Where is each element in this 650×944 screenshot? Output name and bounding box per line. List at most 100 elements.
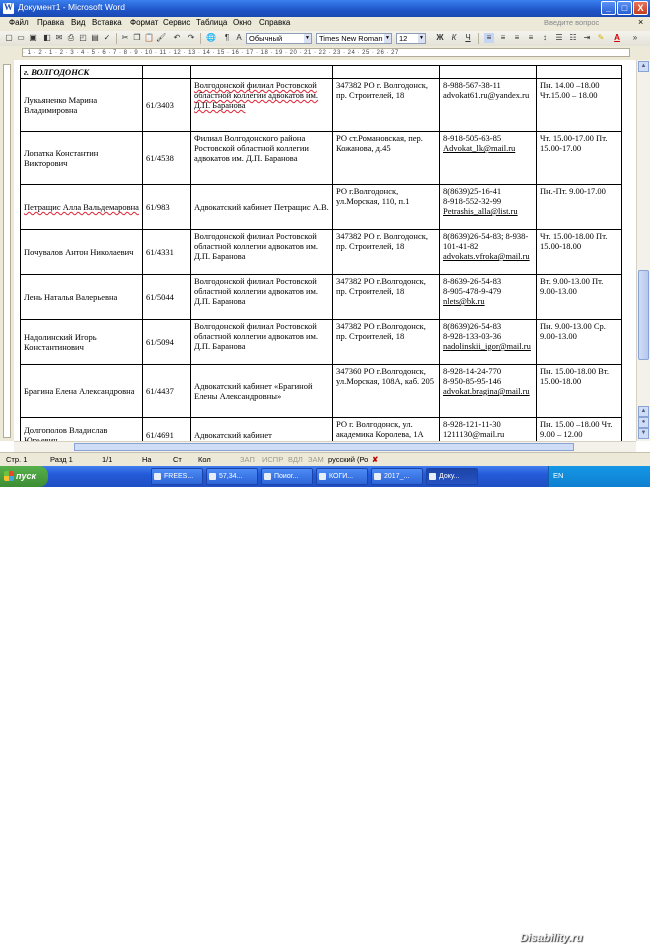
lawyer-name: Лопатка Константин Викторович (20, 131, 143, 185)
next-page-icon[interactable]: ▼ (638, 428, 649, 439)
italic-button[interactable]: К (449, 33, 459, 43)
toolbar-options-icon[interactable]: » (630, 33, 640, 43)
hyperlink-icon[interactable]: 🌐 (206, 33, 216, 43)
menu-insert[interactable]: Вставка (92, 18, 122, 27)
start-button[interactable]: пуск (0, 466, 48, 487)
menu-help[interactable]: Справка (259, 18, 290, 27)
word-app-icon (3, 2, 14, 14)
email-icon[interactable]: ✉ (54, 33, 64, 43)
close-button[interactable]: X (633, 1, 648, 15)
taskbar-item-active[interactable]: Доку... (426, 468, 478, 485)
reception-hours: Пн. 15.00-18.00 Вт. 15.00-18.00 (536, 364, 622, 418)
taskbar-item[interactable]: FREES... (151, 468, 203, 485)
scroll-thumb[interactable] (638, 270, 649, 360)
new-document-icon[interactable]: ▢ (4, 33, 14, 43)
styles-icon[interactable]: A (234, 33, 244, 43)
status-at: На (142, 455, 152, 464)
organization: Адвокатский кабинет «Брагиной Елены Алек… (190, 364, 333, 418)
copy-icon[interactable]: ❐ (132, 33, 142, 43)
menu-edit[interactable]: Правка (37, 18, 64, 27)
ask-question-box[interactable]: Введите вопрос (544, 18, 599, 27)
lawyer-name: Брагина Елена Александровна (20, 364, 143, 418)
status-trk[interactable]: ИСПР (262, 455, 283, 464)
open-icon[interactable]: ▭ (16, 33, 26, 43)
previous-page-icon[interactable]: ▲ (638, 406, 649, 417)
print-icon[interactable]: ⎙ (66, 33, 76, 43)
font-color-button[interactable]: A (612, 33, 622, 43)
redo-icon[interactable]: ↷ (186, 33, 196, 43)
reception-hours: Пн. 9.00-13.00 Ср. 9.00-13.00 (536, 319, 622, 365)
organization: Волгодонской филиал Ростовской областной… (190, 78, 333, 132)
contacts: 8-928-121-11-30 1211130@mail.ru (439, 417, 537, 441)
taskbar-item[interactable]: Поиог... (261, 468, 313, 485)
font-size-select[interactable]: 12 ▼ (396, 33, 426, 44)
font-select[interactable]: Times New Roman ▼ (316, 33, 392, 44)
align-right-icon[interactable]: ≡ (526, 33, 536, 43)
maximize-button[interactable]: □ (617, 1, 632, 15)
document-page[interactable]: г. ВОЛГОДОНСК Лукьяненко Марина Владимир… (14, 60, 636, 441)
paste-icon[interactable]: 📋 (144, 33, 154, 43)
indent-icon[interactable]: ⇥ (582, 33, 592, 43)
spelling-icon[interactable]: ✓ (102, 33, 112, 43)
menu-view[interactable]: Вид (71, 18, 85, 27)
align-justify-icon[interactable]: ≡ (484, 33, 494, 43)
horizontal-ruler[interactable]: · 1 · 2 · 1 · 2 · 3 · 4 · 5 · 6 · 7 · 8 … (0, 46, 650, 60)
horizontal-scroll-thumb[interactable] (74, 443, 574, 451)
lawyer-name: Лукьяненко Марина Владимировна (20, 78, 143, 132)
organization: Волгодонской филиал Ростовской областной… (190, 274, 333, 320)
print-preview-icon[interactable]: ◰ (78, 33, 88, 43)
browse-object-icon[interactable]: ● (638, 417, 649, 428)
underline-button[interactable]: Ч (463, 33, 473, 43)
taskbar-item[interactable]: 57,34... (206, 468, 258, 485)
status-section: Разд 1 (50, 455, 73, 464)
vertical-ruler[interactable] (0, 60, 14, 441)
reception-hours: Пн.-Пт. 9.00-17.00 (536, 184, 622, 230)
spelling-status-icon[interactable]: ✘ (372, 455, 378, 464)
align-center-icon[interactable]: ≡ (512, 33, 522, 43)
save-icon[interactable]: ▣ (28, 33, 38, 43)
minimize-button[interactable]: _ (601, 1, 616, 15)
address: 347382 РО г.Волгодонск, пр. Строителей, … (332, 319, 440, 365)
table-row: Брагина Елена Александровна 61/4437 Адво… (20, 364, 622, 418)
menu-table[interactable]: Таблица (196, 18, 227, 27)
table-row: Долгополов Владислав Юрьевич 61/4691 Адв… (20, 417, 622, 441)
cut-icon[interactable]: ✂ (120, 33, 130, 43)
format-painter-icon[interactable]: 🖌 (156, 33, 166, 43)
undo-icon[interactable]: ↶ (172, 33, 182, 43)
permission-icon[interactable]: ◧ (42, 33, 52, 43)
menu-window[interactable]: Окно (233, 18, 252, 27)
contacts: 8-918-505-63-85 Advokat_lk@mail.ru (439, 131, 537, 185)
contacts: 8(8639)25-16-41 8-918-552-32-99 Petrashis_… (439, 184, 537, 230)
reception-hours: Чт. 15.00-18.00 Пт. 15.00-18.00 (536, 229, 622, 275)
numbering-icon[interactable]: ☰ (554, 33, 564, 43)
scroll-up-icon[interactable]: ▲ (638, 61, 649, 72)
menu-tools[interactable]: Сервис (163, 18, 190, 27)
line-spacing-icon[interactable]: ↕ (540, 33, 550, 43)
reception-hours: Пн. 15.00 –18.00 Чт. 9.00 – 12.00 (536, 417, 622, 441)
lawyer-name: Долгополов Владислав Юрьевич (20, 417, 143, 441)
reception-hours: Пн. 14.00 –18.00 Чт.15.00 – 18.00 (536, 78, 622, 132)
status-column: Кол (198, 455, 211, 464)
language-indicator[interactable]: EN (553, 471, 563, 480)
registry-number: 61/983 (142, 184, 191, 230)
style-select[interactable]: Обычный ▼ (246, 33, 312, 44)
styles-pane-icon[interactable]: ¶ (222, 33, 232, 43)
highlight-icon[interactable]: ✎ (596, 33, 606, 43)
close-document-button[interactable]: × (638, 17, 643, 27)
table-row: Почувалов Антон Николаевич 61/4331 Волго… (20, 229, 622, 275)
vertical-scrollbar[interactable]: ▲ ▲ ● ▼ (636, 60, 650, 441)
taskbar-item[interactable]: 2017_... (371, 468, 423, 485)
menu-format[interactable]: Формат (130, 18, 158, 27)
lawyer-name: Лень Наталья Валерьевна (20, 274, 143, 320)
bullets-icon[interactable]: ☷ (568, 33, 578, 43)
align-left-icon[interactable]: ≡ (498, 33, 508, 43)
status-rec[interactable]: ЗАП (240, 455, 255, 464)
taskbar-item[interactable]: КОГИ... (316, 468, 368, 485)
status-ext[interactable]: ВДЛ (288, 455, 303, 464)
research-icon[interactable]: ▤ (90, 33, 100, 43)
status-ovr[interactable]: ЗАМ (308, 455, 324, 464)
bold-button[interactable]: Ж (435, 33, 445, 43)
contacts: 8(8639)26-54-83 8-928-133-03-36 nadolinski… (439, 319, 537, 365)
table-row: Лопатка Константин Викторович 61/4538 Фи… (20, 131, 622, 185)
menu-file[interactable]: Файл (9, 18, 29, 27)
